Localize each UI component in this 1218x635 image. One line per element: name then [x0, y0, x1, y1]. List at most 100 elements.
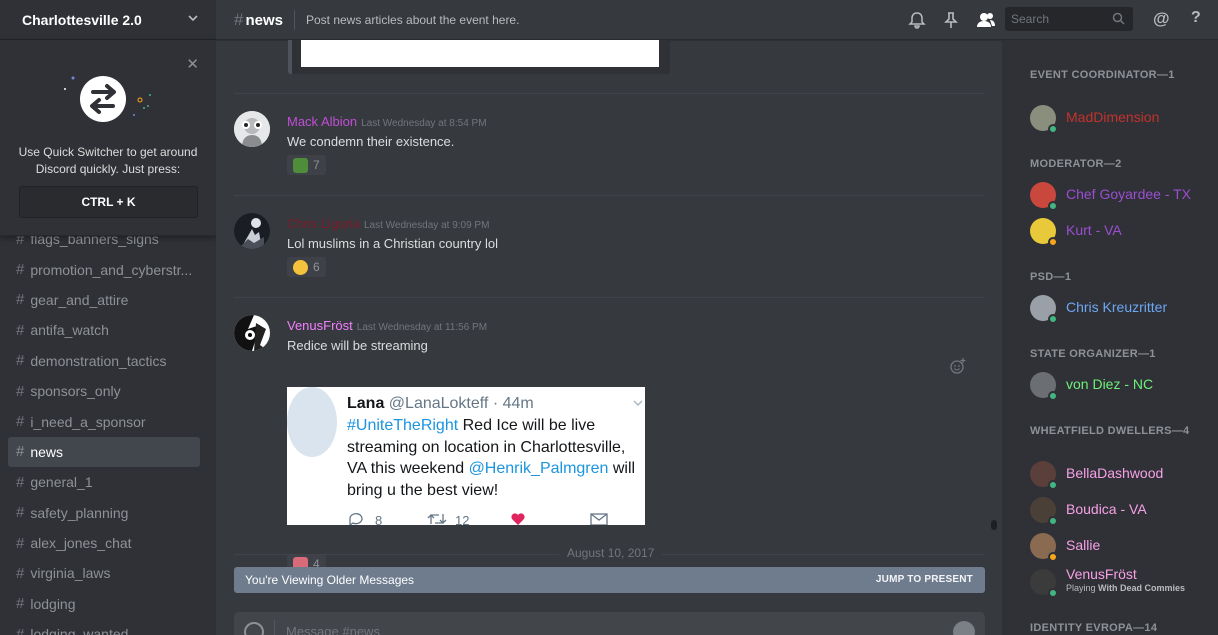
status-indicator: [1048, 480, 1058, 490]
member-item[interactable]: Chris Kreuzritter: [1030, 295, 1210, 327]
tweet-actions: 8 12: [347, 511, 637, 525]
member-name: Chris Kreuzritter: [1066, 299, 1168, 315]
status-indicator: [1048, 314, 1058, 324]
channel-item[interactable]: # demonstration_tactics: [8, 346, 200, 376]
emoji-picker-icon[interactable]: [953, 621, 975, 635]
header-divider: [293, 9, 295, 30]
shortcut-key[interactable]: CTRL + K: [19, 186, 198, 218]
retweet-icon: [427, 514, 447, 524]
channel-item-label: lodging: [30, 595, 76, 612]
pin-icon[interactable]: [942, 11, 960, 29]
channel-item-label: virginia_laws: [30, 565, 111, 582]
avatar-image: [234, 111, 270, 147]
channel-item[interactable]: # safety_planning: [8, 498, 200, 528]
tweet-handle: @LanaLokteff · 44m: [388, 395, 534, 412]
member-name: Kurt - VA: [1066, 222, 1122, 238]
arrows-swap-icon: [64, 76, 151, 122]
author-name[interactable]: Mack Albion: [287, 114, 357, 129]
bell-icon[interactable]: [908, 11, 926, 29]
scrollbar[interactable]: [991, 520, 997, 530]
status-indicator: [1048, 552, 1058, 562]
channel-item[interactable]: # alex_jones_chat: [8, 528, 200, 558]
timestamp: Last Wednesday at 8:54 PM: [361, 118, 487, 129]
member-item[interactable]: VenusFröst Playing With Dead Commies: [1030, 566, 1210, 601]
channel-item[interactable]: # gear_and_attire: [8, 285, 200, 315]
status-indicator: [1048, 237, 1058, 247]
channel-item[interactable]: # sponsors_only: [8, 376, 200, 406]
member-group-header: EVENT COORDINATOR—1: [1030, 69, 1175, 81]
channel-title-text: news: [245, 11, 283, 29]
help-icon[interactable]: ?: [1191, 9, 1209, 27]
avatar[interactable]: [234, 111, 270, 147]
upload-plus-icon[interactable]: [244, 622, 264, 635]
member-group-header: PSD—1: [1030, 271, 1072, 283]
hash-icon: #: [234, 9, 244, 29]
server-header[interactable]: Charlottesville 2.0: [0, 0, 216, 40]
channel-item[interactable]: # promotion_and_cyberstr...: [8, 254, 200, 284]
channel-item[interactable]: # news: [8, 436, 200, 468]
message-header: Mack Albion Last Wednesday at 8:54 PM: [287, 113, 487, 131]
reaction[interactable]: 6: [287, 257, 326, 277]
member-name: MadDimension: [1066, 109, 1160, 125]
member-item[interactable]: Boudica - VA: [1030, 497, 1210, 529]
author-name[interactable]: VenusFröst: [287, 318, 353, 333]
jump-to-present-button[interactable]: JUMP TO PRESENT: [876, 574, 973, 585]
quick-switcher-line1: Use Quick Switcher to get around: [18, 145, 198, 159]
member-list: EVENT COORDINATOR—1 MadDimension MODERATOR…: [1002, 40, 1218, 635]
member-item[interactable]: Chef Goyardee - TX: [1030, 182, 1210, 214]
channel-item[interactable]: # antifa_watch: [8, 315, 200, 345]
channel-sidebar: # flags_banners_signs # promotion_and_cyber…: [0, 0, 216, 635]
avatar-image: [234, 213, 270, 249]
hash-icon: #: [16, 595, 25, 613]
member-item[interactable]: Sallie: [1030, 533, 1210, 565]
member-item[interactable]: von Diez - NC: [1030, 372, 1210, 404]
reaction[interactable]: 7: [287, 155, 326, 175]
tweet-image[interactable]: Lana @LanaLokteff · 44m #UniteTheRight R…: [287, 387, 645, 525]
tweet-text: #UniteTheRight Red Ice will be live stre…: [347, 415, 643, 501]
channel-item[interactable]: # virginia_laws: [8, 558, 200, 588]
quick-switcher-line2: Discord quickly. Just press:: [35, 162, 181, 176]
hash-icon: #: [16, 413, 25, 431]
member-name: Boudica - VA: [1066, 501, 1147, 517]
timestamp: Last Wednesday at 11:56 PM: [356, 322, 488, 333]
author-name[interactable]: Chris Liguria: [287, 216, 360, 231]
joy-emoji-icon: [293, 259, 308, 275]
member-group-header: WHEATFIELD DWELLERS—4: [1030, 425, 1190, 437]
message-text: Lol muslims in a Christian country lol: [287, 236, 498, 251]
avatar-image: [234, 315, 270, 351]
reaction-count: 6: [313, 260, 320, 274]
channel-header: # news Post news articles about the event…: [216, 0, 1218, 40]
hash-icon: #: [16, 534, 25, 552]
quick-switcher-text: Use Quick Switcher to get around Discord…: [0, 144, 216, 178]
add-reaction-icon[interactable]: [950, 358, 966, 374]
search-input[interactable]: Search: [1005, 7, 1133, 31]
hash-icon: #: [16, 382, 25, 400]
channel-item[interactable]: # lodging: [8, 589, 200, 619]
channel-item-label: gear_and_attire: [30, 291, 129, 308]
chevron-down-icon: [633, 400, 643, 407]
close-icon[interactable]: ✕: [186, 57, 199, 72]
hash-icon: #: [16, 261, 25, 279]
at-mention-icon[interactable]: @: [1153, 9, 1171, 28]
date-divider-text: August 10, 2017: [559, 546, 663, 560]
pepe-emoji-icon: [293, 157, 308, 173]
tweet-profile-picture: [287, 387, 337, 457]
message-input[interactable]: Message #news: [286, 624, 380, 635]
message-composer[interactable]: Message #news: [234, 612, 985, 635]
member-item[interactable]: MadDimension: [1030, 105, 1210, 137]
channel-item[interactable]: # lodging_wanted: [8, 619, 200, 635]
member-item[interactable]: BellaDashwood: [1030, 461, 1210, 493]
tweet-author: Lana @LanaLokteff · 44m: [347, 395, 534, 413]
tweet-author-name: Lana: [347, 395, 385, 412]
members-icon[interactable]: [976, 11, 996, 29]
search-icon: [1112, 12, 1125, 25]
channel-item-label: news: [30, 443, 64, 460]
avatar[interactable]: [234, 315, 270, 351]
hash-icon: #: [16, 564, 25, 582]
reaction-count: 7: [313, 158, 320, 172]
channel-item[interactable]: # i_need_a_sponsor: [8, 406, 200, 436]
member-item[interactable]: Kurt - VA: [1030, 218, 1210, 250]
avatar[interactable]: [234, 213, 270, 249]
hash-icon: #: [16, 625, 25, 635]
channel-item[interactable]: # general_1: [8, 467, 200, 497]
